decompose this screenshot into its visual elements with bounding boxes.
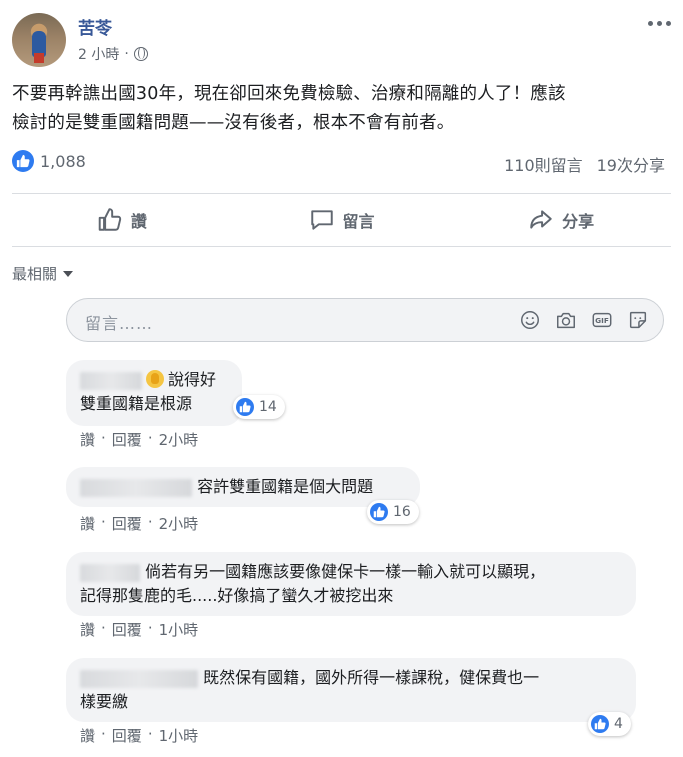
comment-bubble: 倘若有另一國籍應該要像健保卡一樣一輸入就可以顯現， 記得那隻鹿的毛.....好像… xyxy=(66,552,636,616)
like-icon xyxy=(12,150,34,172)
like-icon xyxy=(370,503,388,521)
comment-text: 說得好 xyxy=(168,370,217,389)
comment-placeholder: 留言…… xyxy=(85,314,154,333)
comment-reply-link[interactable]: 回覆 xyxy=(112,513,142,534)
comments-count[interactable]: 110則留言 xyxy=(504,152,583,176)
comment-reply-link[interactable]: 回覆 xyxy=(112,725,142,746)
like-count[interactable]: 1,088 xyxy=(40,152,86,171)
meta-separator: · xyxy=(124,46,129,62)
post-text-line-1: 不要再幹譙出國30年，現在卻回來免費檢驗、治療和隔離的人了！應該 xyxy=(12,84,566,104)
camera-icon[interactable] xyxy=(555,309,577,331)
like-icon xyxy=(98,208,122,231)
composer-tools: GIF xyxy=(519,309,649,331)
comment-icon xyxy=(310,210,333,230)
clap-emoji-icon xyxy=(146,370,164,388)
author-avatar[interactable] xyxy=(12,13,66,67)
comment-reply-link[interactable]: 回覆 xyxy=(112,429,142,450)
reaction-count: 4 xyxy=(614,716,623,732)
gif-icon[interactable]: GIF xyxy=(591,309,613,331)
share-icon xyxy=(530,210,552,229)
post-text-line-2: 檢討的是雙重國籍問題——沒有後者，根本不會有前者。 xyxy=(12,113,455,133)
comment-bubble: 既然保有國籍，國外所得一樣課稅，健保費也一 樣要繳 xyxy=(66,658,636,722)
commenter-name-redacted[interactable] xyxy=(80,669,198,688)
comment-reactions[interactable]: 14 xyxy=(233,395,285,419)
shares-count[interactable]: 19次分享 xyxy=(597,152,665,176)
comment-text: 雙重國籍是根源 xyxy=(80,394,193,413)
comment-bubble: 容許雙重國籍是個大問題 xyxy=(66,467,420,507)
comment-reactions[interactable]: 4 xyxy=(588,712,631,736)
like-icon xyxy=(236,398,254,416)
post-timestamp[interactable]: 2 小時 xyxy=(78,44,119,64)
engagement-counts: 110則留言 19次分享 xyxy=(504,152,665,176)
comment-like-link[interactable]: 讚 xyxy=(80,513,95,534)
post-body: 不要再幹譙出國30年，現在卻回來免費檢驗、治療和隔離的人了！應該 檢討的是雙重國… xyxy=(12,80,672,138)
svg-text:GIF: GIF xyxy=(595,316,609,325)
commenter-name-redacted[interactable] xyxy=(80,478,192,497)
divider xyxy=(12,246,671,247)
caret-down-icon xyxy=(63,270,74,277)
comment-timestamp[interactable]: 2小時 xyxy=(159,513,199,534)
emoji-icon[interactable] xyxy=(519,309,541,331)
share-label: 分享 xyxy=(562,212,595,231)
comment-timestamp[interactable]: 1小時 xyxy=(159,619,199,640)
comment-reactions[interactable]: 16 xyxy=(367,500,419,524)
comment-text: 樣要繳 xyxy=(80,692,129,711)
like-icon xyxy=(591,715,609,733)
comment-text: 既然保有國籍，國外所得一樣課稅，健保費也一 xyxy=(203,668,540,687)
sticker-icon[interactable] xyxy=(627,309,649,331)
comment-like-link[interactable]: 讚 xyxy=(80,429,95,450)
commenter-name-redacted[interactable] xyxy=(80,371,142,390)
comment-like-link[interactable]: 讚 xyxy=(80,725,95,746)
comment-button[interactable]: 留言 xyxy=(232,200,452,240)
comment-reply-link[interactable]: 回覆 xyxy=(112,619,142,640)
more-options-icon[interactable] xyxy=(648,18,672,28)
comment-text: 記得那隻鹿的毛.....好像搞了蠻久才被挖出來 xyxy=(80,586,394,605)
reaction-count: 14 xyxy=(259,399,277,415)
comment-input[interactable]: 留言…… GIF xyxy=(66,298,664,342)
comment-text: 倘若有另一國籍應該要像健保卡一樣一輸入就可以顯現， xyxy=(145,562,546,581)
share-button[interactable]: 分享 xyxy=(451,200,671,240)
comment-actions: 讚 · 回覆 · 2小時 xyxy=(80,429,199,450)
comment-actions: 讚 · 回覆 · 2小時 xyxy=(80,513,199,534)
like-label: 讚 xyxy=(130,212,147,231)
like-button[interactable]: 讚 xyxy=(12,200,232,240)
comment-actions: 讚 · 回覆 · 1小時 xyxy=(80,725,199,746)
reaction-count: 16 xyxy=(393,504,411,520)
post-author-name[interactable]: 苦苓 xyxy=(78,14,112,39)
comment-bubble: 說得好 雙重國籍是根源 xyxy=(66,360,242,426)
comment-timestamp[interactable]: 1小時 xyxy=(159,725,199,746)
reaction-summary[interactable]: 1,088 xyxy=(12,150,86,172)
comment-actions: 讚 · 回覆 · 1小時 xyxy=(80,619,199,640)
post-meta: 2 小時 · xyxy=(78,44,148,64)
post-action-bar: 讚 留言 分享 xyxy=(12,200,671,240)
comment-label: 留言 xyxy=(342,212,375,231)
divider xyxy=(12,193,671,194)
sort-label: 最相關 xyxy=(12,265,58,283)
globe-icon xyxy=(133,47,148,61)
comment-like-link[interactable]: 讚 xyxy=(80,619,95,640)
comment-sort-dropdown[interactable]: 最相關 xyxy=(12,263,74,284)
commenter-name-redacted[interactable] xyxy=(80,563,140,582)
comment-timestamp[interactable]: 2小時 xyxy=(159,429,199,450)
comment-text: 容許雙重國籍是個大問題 xyxy=(197,477,374,496)
